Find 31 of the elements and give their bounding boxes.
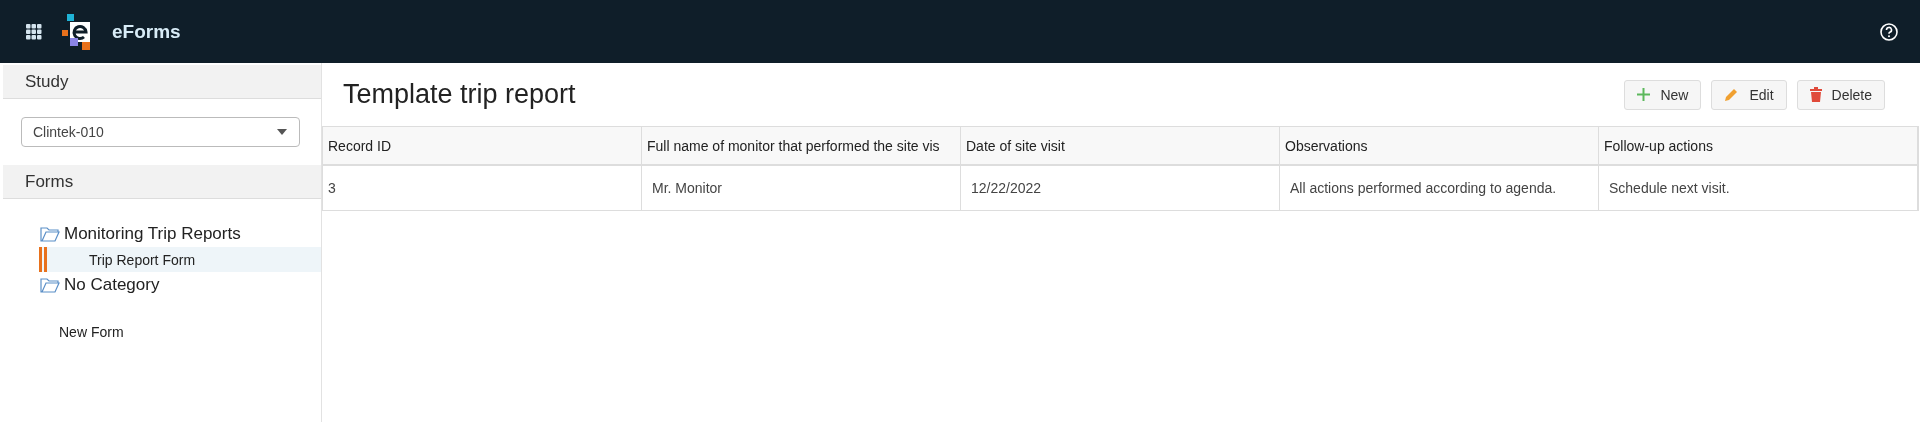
folder-icon	[40, 226, 60, 242]
edit-button[interactable]: Edit	[1711, 79, 1787, 110]
new-button[interactable]: New	[1624, 79, 1702, 110]
category-label[interactable]: Monitoring Trip Reports	[64, 224, 241, 244]
tree-item[interactable]: Trip Report Form	[39, 247, 321, 272]
folder-icon	[40, 277, 60, 293]
table-cell: Mr. Monitor	[642, 166, 961, 211]
page-title: Template trip report	[343, 79, 576, 110]
column-header[interactable]: Date of site visit	[961, 127, 1280, 166]
section-header: Study	[3, 65, 321, 99]
new-form-link[interactable]: New Form	[59, 324, 124, 340]
table-cell: Schedule next visit.	[1599, 166, 1918, 211]
study-select[interactable]: Clintek-010	[21, 117, 300, 147]
column-header[interactable]: Follow-up actions	[1599, 127, 1918, 166]
grid-icon[interactable]	[26, 23, 42, 40]
logo-icon	[62, 13, 92, 50]
table-cell: 3	[323, 166, 642, 211]
table-cell: All actions performed according to agenda.	[1280, 166, 1599, 211]
plus-icon	[1637, 88, 1651, 101]
table-cell: 12/22/2022	[961, 166, 1280, 211]
app-name: eForms	[112, 20, 181, 43]
caret-icon	[277, 129, 287, 135]
delete-button[interactable]: Delete	[1796, 79, 1885, 110]
section-header: Forms	[3, 165, 321, 199]
category-label[interactable]: No Category	[64, 275, 160, 295]
trash-icon	[1809, 87, 1822, 102]
column-header[interactable]: Observations	[1280, 127, 1599, 166]
help-icon[interactable]	[1880, 22, 1898, 41]
column-header[interactable]: Record ID	[323, 127, 642, 166]
pencil-icon	[1724, 87, 1740, 102]
column-header[interactable]: Full name of monitor that performed the site vis	[642, 127, 961, 166]
